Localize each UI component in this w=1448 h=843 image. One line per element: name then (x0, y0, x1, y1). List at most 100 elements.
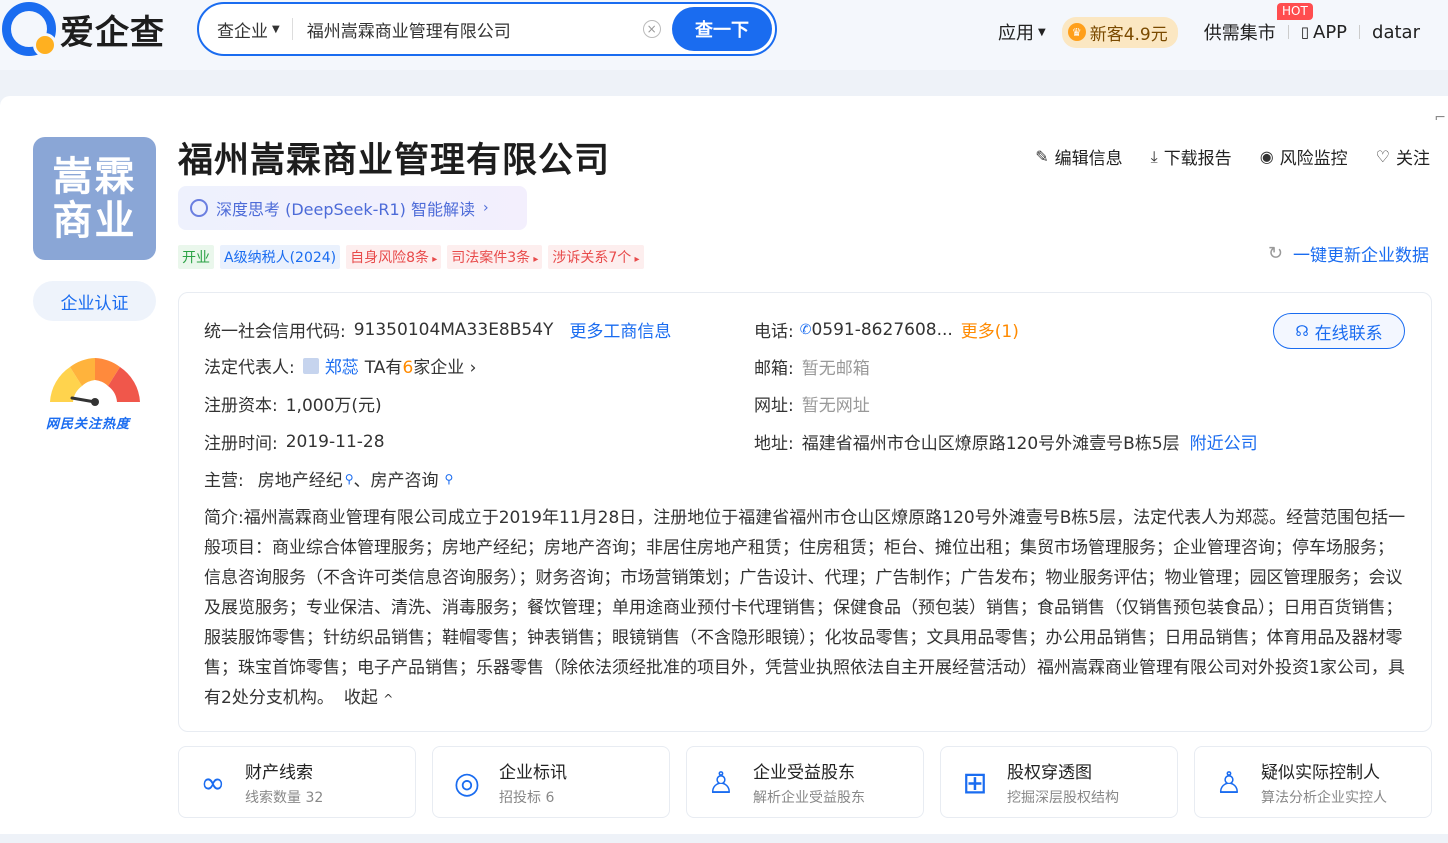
org-chart-icon: ⊞ (962, 765, 988, 801)
logo-icon (2, 2, 57, 57)
collapse-label: 收起 (343, 688, 378, 708)
nav-market-label: 供需集市 (1203, 23, 1276, 44)
search-input[interactable] (306, 19, 637, 39)
search-icon[interactable]: ⚲ (345, 472, 354, 486)
search-button[interactable]: 查一下 (672, 7, 772, 51)
monitor-label: 风险监控 (1279, 149, 1348, 169)
nav-app[interactable]: ▯ APP (1301, 22, 1347, 43)
follow-label: 关注 (1396, 149, 1430, 169)
business-item-2[interactable]: 房产咨询 (371, 466, 439, 491)
website-value: 暂无网址 (801, 396, 870, 416)
eye-icon: ◉ (1259, 147, 1274, 166)
phone-value: 0591-8627608... (811, 319, 953, 340)
edit-label: 编辑信息 (1054, 149, 1123, 169)
legal-companies-pre: TA有 (364, 358, 403, 378)
online-contact-button[interactable]: ☊ 在线联系 (1273, 313, 1405, 349)
tag-taxpayer[interactable]: A级纳税人(2024) (220, 245, 341, 269)
tag-litigation[interactable]: 涉诉关系7个 (548, 245, 644, 269)
tag-judicial[interactable]: 司法案件3条 (447, 245, 543, 269)
nav-data[interactable]: datar (1372, 22, 1420, 43)
beneficiary-icon: ♙ (707, 765, 735, 801)
business-info-panel: 统一社会信用代码: 91350104MA33E8B54Y 更多工商信息 法定代表… (178, 292, 1432, 732)
search-icon[interactable]: ⚲ (445, 472, 454, 486)
card-beneficiary[interactable]: ♙ 企业受益股东 解析企业受益股东 (686, 746, 924, 818)
website-row: 网址: 暂无网址 (754, 391, 870, 416)
address-value: 福建省福州市仓山区燎原路120号外滩壹号B栋5层 (801, 434, 1180, 454)
nav-apps[interactable]: 应用 ▼ (998, 19, 1046, 45)
certify-button[interactable]: 企业认证 (33, 281, 156, 321)
edit-info-button[interactable]: ✎ 编辑信息 (1035, 144, 1122, 169)
status-tags: 开业 A级纳税人(2024) 自身风险8条 司法案件3条 涉诉关系7个 (178, 245, 644, 269)
heart-icon: ♡ (1375, 147, 1390, 166)
action-bar: ✎ 编辑信息 ⤓ 下载报告 ◉ 风险监控 ♡ 关注 (1035, 144, 1430, 170)
company-avatar: 嵩霖 商业 (33, 137, 156, 260)
top-header: 爱企查 查企业 ▼ × 查一下 应用 ▼ ♛ 新客4.9元 供需集市 ▯ APP… (0, 0, 1448, 70)
top-nav: 应用 ▼ ♛ 新客4.9元 供需集市 ▯ APP datar (998, 14, 1420, 50)
card-sub: 算法分析企业实控人 (1261, 790, 1387, 806)
crown-icon: ♛ (1067, 23, 1086, 41)
asset-icon: ∞ (200, 765, 226, 801)
card-sub: 解析企业受益股东 (753, 790, 865, 806)
legal-rep-link[interactable]: 郑蕊 (325, 353, 359, 378)
download-icon: ⤓ (1150, 146, 1158, 166)
controller-icon: ♙ (1215, 765, 1243, 801)
hot-badge: HOT (1277, 3, 1313, 20)
reg-date-value: 2019-11-28 (285, 431, 385, 452)
corner-icon[interactable]: ⌐ (1434, 110, 1446, 126)
business-item-1[interactable]: 房地产经纪 (258, 466, 343, 491)
chevron-down-icon: ▼ (272, 23, 280, 35)
legal-companies-link[interactable]: TA有6家企业 › (365, 353, 477, 378)
avatar-line2: 商业 (52, 197, 137, 244)
credit-code-label: 统一社会信用代码: (204, 322, 346, 342)
company-card: ⌐ 嵩霖 商业 企业认证 网民关注热度 福州嵩霖商业管理有限公司 ✎ 编辑信息 … (0, 96, 1448, 834)
ai-interpret-button[interactable]: 深度思考 (DeepSeek-R1) 智能解读 › (178, 186, 527, 230)
chevron-down-icon: ▼ (1038, 26, 1046, 38)
search-divider (291, 18, 293, 40)
card-equity-chart[interactable]: ⊞ 股权穿透图 挖掘深层股权结构 (940, 746, 1178, 818)
download-report-button[interactable]: ⤓ 下载报告 (1150, 144, 1232, 170)
vip-label: 新客4.9元 (1089, 24, 1168, 45)
headset-icon: ☊ (1295, 322, 1309, 340)
search-type-label: 查企业 (217, 21, 268, 42)
tag-self-risk[interactable]: 自身风险8条 (346, 245, 442, 269)
more-business-info-link[interactable]: 更多工商信息 (569, 317, 671, 342)
refresh-data-button[interactable]: ↻ 一键更新企业数据 (1268, 241, 1429, 266)
search-type-select[interactable]: 查企业 ▼ (199, 17, 280, 42)
main-business-label: 主营: (204, 471, 244, 491)
site-logo[interactable]: 爱企查 (2, 1, 165, 57)
card-controller[interactable]: ♙ 疑似实际控制人 算法分析企业实控人 (1194, 746, 1432, 818)
intro-text: 福州嵩霖商业管理有限公司成立于2019年11月28日，注册地位于福建省福州市仓山… (204, 508, 1406, 708)
follow-button[interactable]: ♡ 关注 (1376, 144, 1430, 169)
download-label: 下载报告 (1163, 149, 1232, 169)
nav-vip-promo[interactable]: ♛ 新客4.9元 (1061, 16, 1178, 48)
ai-label: 深度思考 (DeepSeek-R1) 智能解读 (216, 200, 476, 219)
card-sub: 线索数量 32 (245, 790, 324, 806)
business-separator: 、 (353, 471, 371, 491)
nav-divider (1287, 25, 1289, 39)
nav-data-label: datar (1372, 21, 1420, 43)
email-row: 邮箱: 暂无邮箱 (754, 354, 870, 379)
capital-row: 注册资本: 1,000万(元) (204, 391, 382, 416)
collapse-button[interactable]: 收起 ^ (344, 688, 393, 708)
reg-date-row: 注册时间: 2019-11-28 (204, 429, 385, 455)
nav-apps-label: 应用 (998, 23, 1034, 44)
card-asset-clues[interactable]: ∞ 财产线索 线索数量 32 (178, 746, 416, 818)
credit-code-row: 统一社会信用代码: 91350104MA33E8B54Y 更多工商信息 (204, 317, 671, 343)
chevron-right-icon: › (469, 358, 477, 378)
clear-icon[interactable]: × (642, 20, 661, 38)
refresh-label: 一键更新企业数据 (1293, 246, 1429, 266)
nearby-companies-link[interactable]: 附近公司 (1190, 429, 1258, 454)
phone-more-link[interactable]: 更多(1) (961, 317, 1019, 342)
company-intro: 简介:福州嵩霖商业管理有限公司成立于2019年11月28日，注册地位于福建省福州… (204, 503, 1409, 714)
company-name: 福州嵩霖商业管理有限公司 (178, 141, 611, 181)
risk-monitor-button[interactable]: ◉ 风险监控 (1260, 144, 1348, 169)
address-row: 地址: 福建省福州市仓山区燎原路120号外滩壹号B栋5层 附近公司 (754, 429, 1258, 454)
legal-rep-label: 法定代表人: (204, 358, 295, 378)
phone-label: 电话: (754, 322, 794, 342)
target-icon: ◎ (453, 765, 481, 801)
nav-market[interactable]: 供需集市 (1204, 19, 1276, 45)
website-label: 网址: (754, 396, 794, 416)
legal-companies-num: 6 (402, 358, 414, 378)
refresh-icon: ↻ (1267, 243, 1283, 264)
card-bidding[interactable]: ◎ 企业标讯 招投标 6 (432, 746, 670, 818)
